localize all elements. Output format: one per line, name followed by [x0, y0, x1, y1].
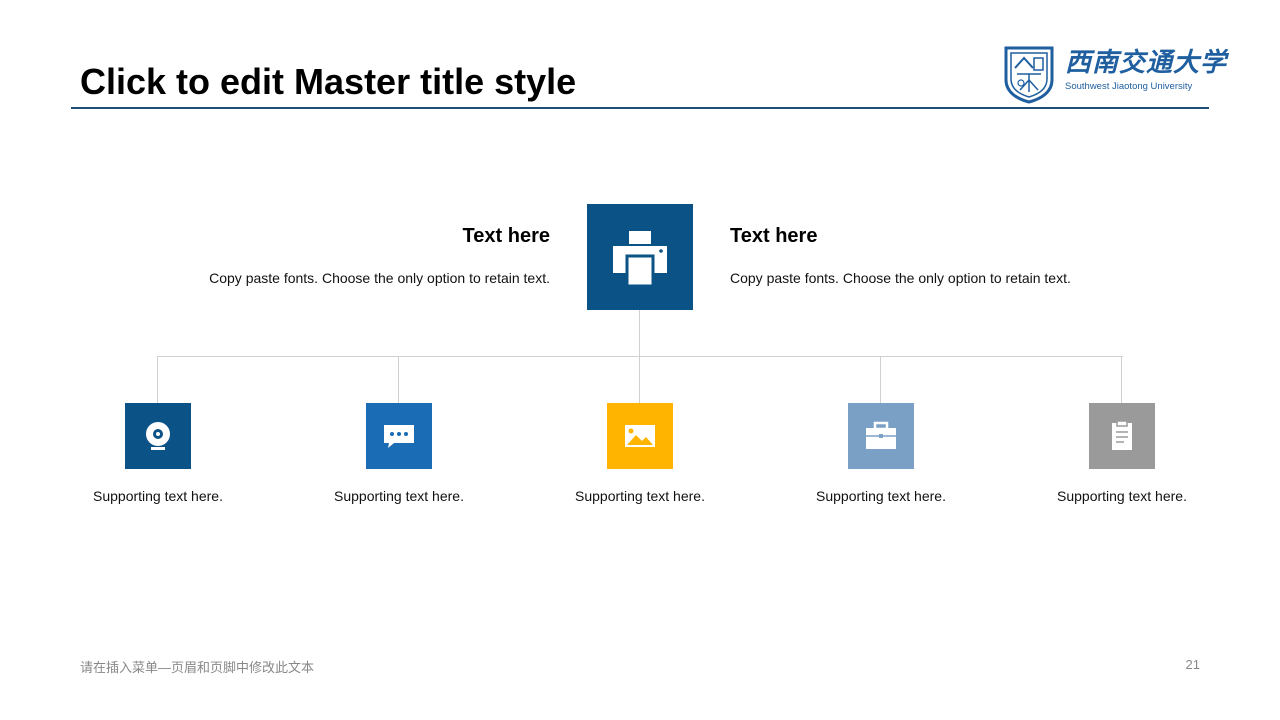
child-node-3[interactable]: [607, 403, 673, 469]
child-label-4[interactable]: Supporting text here.: [781, 487, 981, 505]
university-emblem-icon: [1004, 46, 1054, 104]
connector-trunk: [639, 310, 640, 357]
university-logo: 西南交通大学 Southwest Jiaotong University: [1003, 44, 1226, 104]
child-label-1[interactable]: Supporting text here.: [58, 487, 258, 505]
connector-branch: [398, 356, 399, 403]
left-heading[interactable]: Text here: [350, 223, 550, 249]
webcam-icon: [146, 422, 170, 450]
title-divider: [71, 107, 1209, 109]
connector-branch: [157, 356, 158, 403]
connector-branch: [1121, 356, 1122, 403]
child-label-3[interactable]: Supporting text here.: [540, 487, 740, 505]
left-description[interactable]: Copy paste fonts. Choose the only option…: [150, 269, 550, 287]
briefcase-icon: [866, 421, 896, 449]
slide-title[interactable]: Click to edit Master title style: [80, 60, 576, 104]
child-node-1[interactable]: [125, 403, 191, 469]
clipboard-icon: [1112, 420, 1132, 450]
child-node-4[interactable]: [848, 403, 914, 469]
footer-text[interactable]: 请在插入菜单—页眉和页脚中修改此文本: [80, 657, 314, 676]
image-icon: [625, 425, 655, 447]
right-heading[interactable]: Text here: [730, 223, 817, 249]
page-number: 21: [1185, 657, 1200, 672]
connector-branch: [880, 356, 881, 403]
main-node[interactable]: [587, 204, 693, 310]
child-node-2[interactable]: [366, 403, 432, 469]
child-node-5[interactable]: [1089, 403, 1155, 469]
logo-name-en: Southwest Jiaotong University: [1065, 81, 1193, 92]
child-label-5[interactable]: Supporting text here.: [1022, 487, 1222, 505]
connector-branch: [639, 356, 640, 403]
child-label-2[interactable]: Supporting text here.: [299, 487, 499, 505]
right-description[interactable]: Copy paste fonts. Choose the only option…: [730, 269, 1071, 287]
connector-bus: [157, 356, 1123, 357]
printer-icon: [613, 231, 667, 288]
chat-bubble-icon: [384, 425, 414, 448]
logo-name-cn: 西南交通大学: [1065, 48, 1228, 78]
